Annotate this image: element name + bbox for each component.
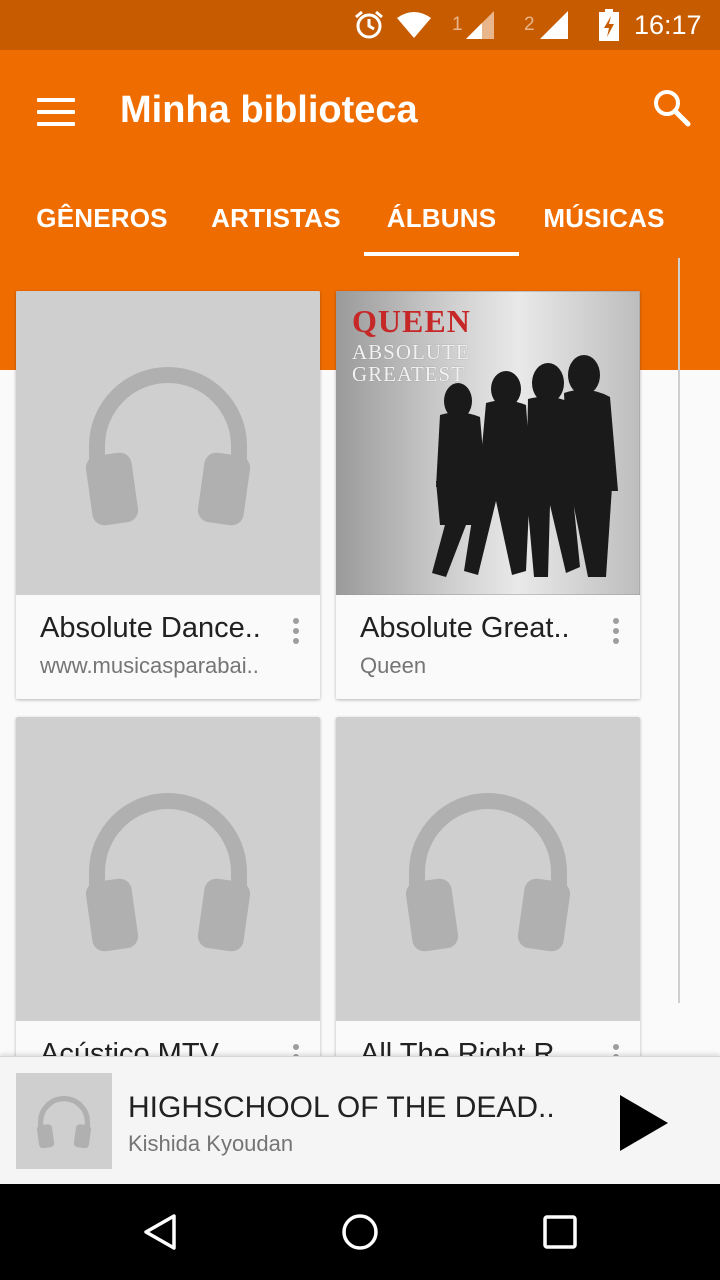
now-playing-bar[interactable]: HIGHSCHOOL OF THE DEAD.. Kishida Kyoudan [0, 1056, 720, 1184]
album-artist: Queen [360, 653, 427, 678]
album-artist: www.musicasparabai.. [40, 653, 259, 678]
home-icon[interactable] [320, 1202, 400, 1262]
now-playing-title: HIGHSCHOOL OF THE DEAD.. [128, 1091, 555, 1124]
navigation-bar [0, 1184, 720, 1280]
more-vert-icon[interactable] [600, 613, 632, 649]
album-card[interactable]: QUEEN ABSOLUTE GREATEST Absolute Great..… [336, 291, 640, 699]
album-info: Absolute Dance.. www.musicasparabai.. [16, 595, 320, 699]
more-vert-icon[interactable] [280, 613, 312, 649]
headphones-placeholder-icon [16, 291, 320, 595]
headphones-placeholder-icon [16, 717, 320, 1021]
album-cover: QUEEN ABSOLUTE GREATEST [336, 291, 640, 595]
album-card[interactable]: Absolute Dance.. www.musicasparabai.. [16, 291, 320, 699]
recents-icon[interactable] [520, 1202, 600, 1262]
play-icon[interactable] [608, 1087, 680, 1159]
band-photo [336, 291, 640, 595]
back-icon[interactable] [120, 1202, 200, 1262]
now-playing-artist: Kishida Kyoudan [128, 1131, 294, 1156]
headphones-placeholder-icon [336, 717, 640, 1021]
album-title: Absolute Dance.. [40, 612, 261, 644]
album-title: Absolute Great.. [360, 612, 570, 644]
album-info: Absolute Great.. Queen [336, 595, 640, 699]
headphones-placeholder-icon [16, 1073, 112, 1169]
